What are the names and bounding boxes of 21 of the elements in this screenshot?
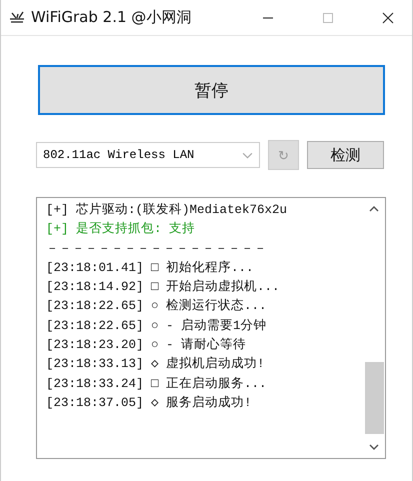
log-line: [23:18:37.05] ◇ 服务启动成功! — [46, 394, 253, 412]
log-line: [23:18:22.65] ○ 检测运行状态... — [46, 298, 268, 316]
scroll-up-icon[interactable] — [369, 206, 379, 212]
log-line: [23:18:22.65] ○ - 启动需要1分钟 — [46, 318, 268, 335]
app-icon — [9, 10, 25, 26]
adapter-dropdown[interactable]: 802.11ac Wireless LAN — [36, 142, 260, 168]
log-line: [23:18:01.41] □ 初始化程序... — [46, 260, 255, 277]
log-line: －－－－－－－－－－－－－－－－－ — [46, 240, 268, 258]
detect-button[interactable]: 检测 — [307, 141, 384, 169]
log-line: [+] 芯片驱动:(联发科)Mediatek76x2u — [46, 202, 288, 219]
pause-button[interactable]: 暂停 — [38, 65, 385, 115]
chevron-down-icon — [242, 152, 253, 158]
log-line: [23:18:33.24] □ 正在启动服务... — [46, 376, 268, 393]
close-icon[interactable] — [382, 12, 394, 24]
log-line: [23:18:23.20] ○ - 请耐心等待 — [46, 336, 248, 354]
scrollbar-thumb[interactable] — [364, 362, 384, 434]
log-line: [+] 是否支持抓包: 支持 — [46, 220, 196, 238]
log-line: [23:18:33.13] ◇ 虚拟机启动成功! — [46, 356, 266, 374]
scroll-down-icon[interactable] — [369, 444, 379, 450]
window-title: WiFiGrab 2.1 @小网洞 — [31, 8, 192, 27]
log-line: [23:18:14.92] □ 开始启动虚拟机... — [46, 278, 281, 296]
